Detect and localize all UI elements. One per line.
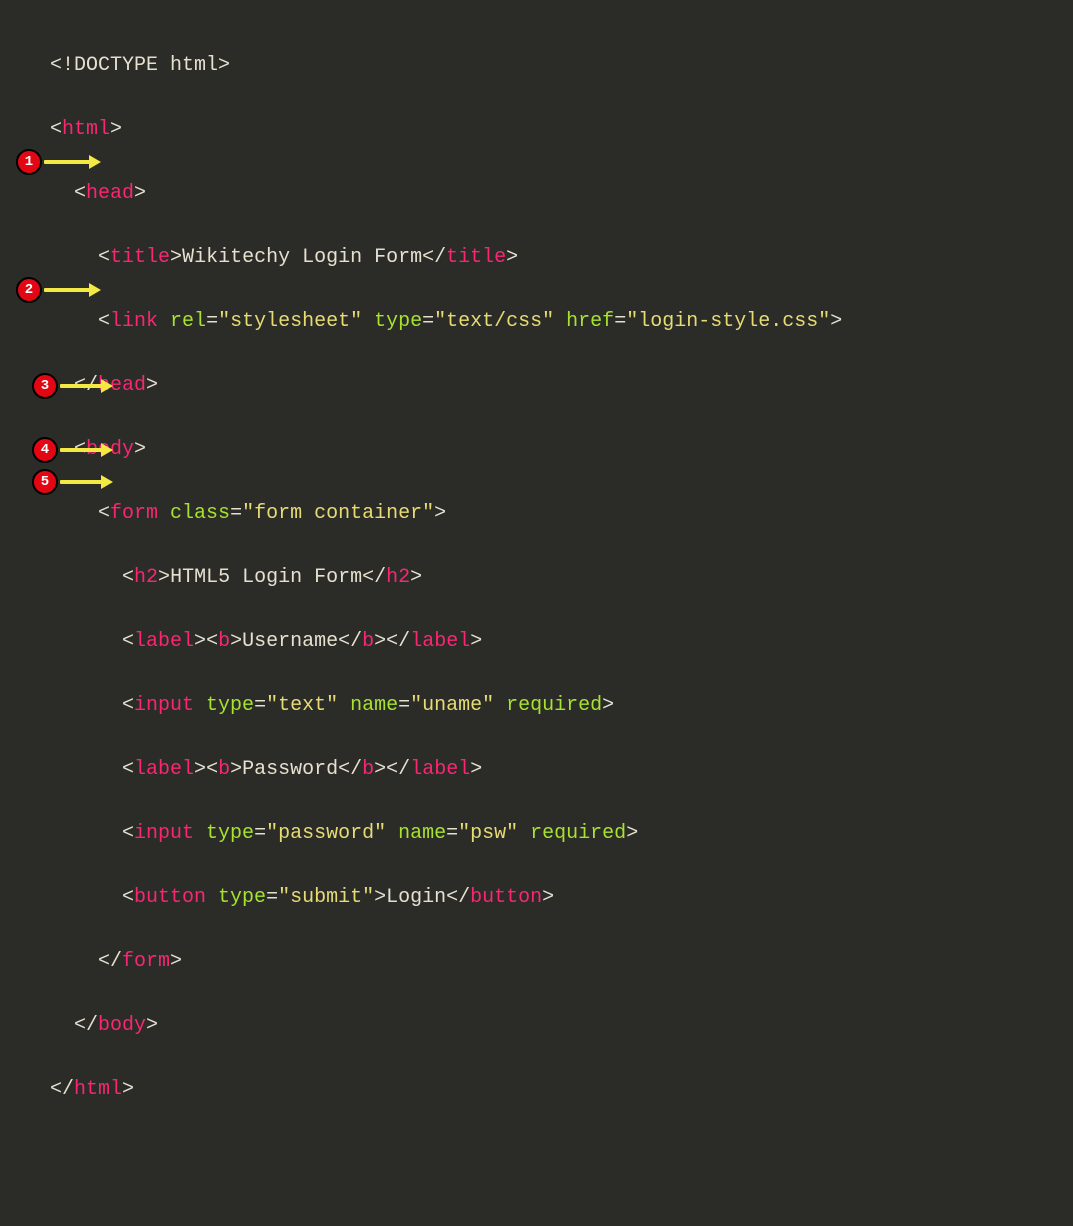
callout-4: 4 [32, 434, 113, 466]
code-line: <html> [50, 114, 1073, 146]
callout-badge: 3 [32, 373, 58, 399]
arrow-right-icon [101, 379, 113, 393]
code-line: <!DOCTYPE html> [50, 50, 1073, 82]
code-line: </html> [50, 1074, 1073, 1106]
doctype: <!DOCTYPE html> [50, 54, 230, 77]
arrow-line [60, 448, 102, 452]
arrow-right-icon [89, 155, 101, 169]
code-line: <input type="password" name="psw" requir… [50, 818, 1073, 850]
code-line: <button type="submit">Login</button> [50, 882, 1073, 914]
code-line: <input type="text" name="uname" required… [50, 690, 1073, 722]
code-line: <body> [50, 434, 1073, 466]
callout-1: 1 [16, 146, 101, 178]
callout-2: 2 [16, 274, 101, 306]
arrow-right-icon [89, 283, 101, 297]
code-line: </head> [50, 370, 1073, 402]
callout-badge: 4 [32, 437, 58, 463]
code-line: <h2>HTML5 Login Form</h2> [50, 562, 1073, 594]
arrow-line [44, 288, 90, 292]
arrow-line [60, 384, 102, 388]
code-line: </body> [50, 1010, 1073, 1042]
code-line: <head> [50, 178, 1073, 210]
callout-badge: 1 [16, 149, 42, 175]
callout-3: 3 [32, 370, 113, 402]
arrow-right-icon [101, 475, 113, 489]
code-line: </form> [50, 946, 1073, 978]
code-line: <title>Wikitechy Login Form</title> [50, 242, 1073, 274]
callout-badge: 2 [16, 277, 42, 303]
callout-5: 5 [32, 466, 113, 498]
code-line: <link rel="stylesheet" type="text/css" h… [50, 306, 1073, 338]
arrow-line [44, 160, 90, 164]
code-block: <!DOCTYPE html> <html> <head> <title>Wik… [0, 0, 1073, 1226]
code-line: <label><b>Password</b></label> [50, 754, 1073, 786]
arrow-line [60, 480, 102, 484]
code-line: <label><b>Username</b></label> [50, 626, 1073, 658]
callout-badge: 5 [32, 469, 58, 495]
arrow-right-icon [101, 443, 113, 457]
code-line: <form class="form container"> [50, 498, 1073, 530]
